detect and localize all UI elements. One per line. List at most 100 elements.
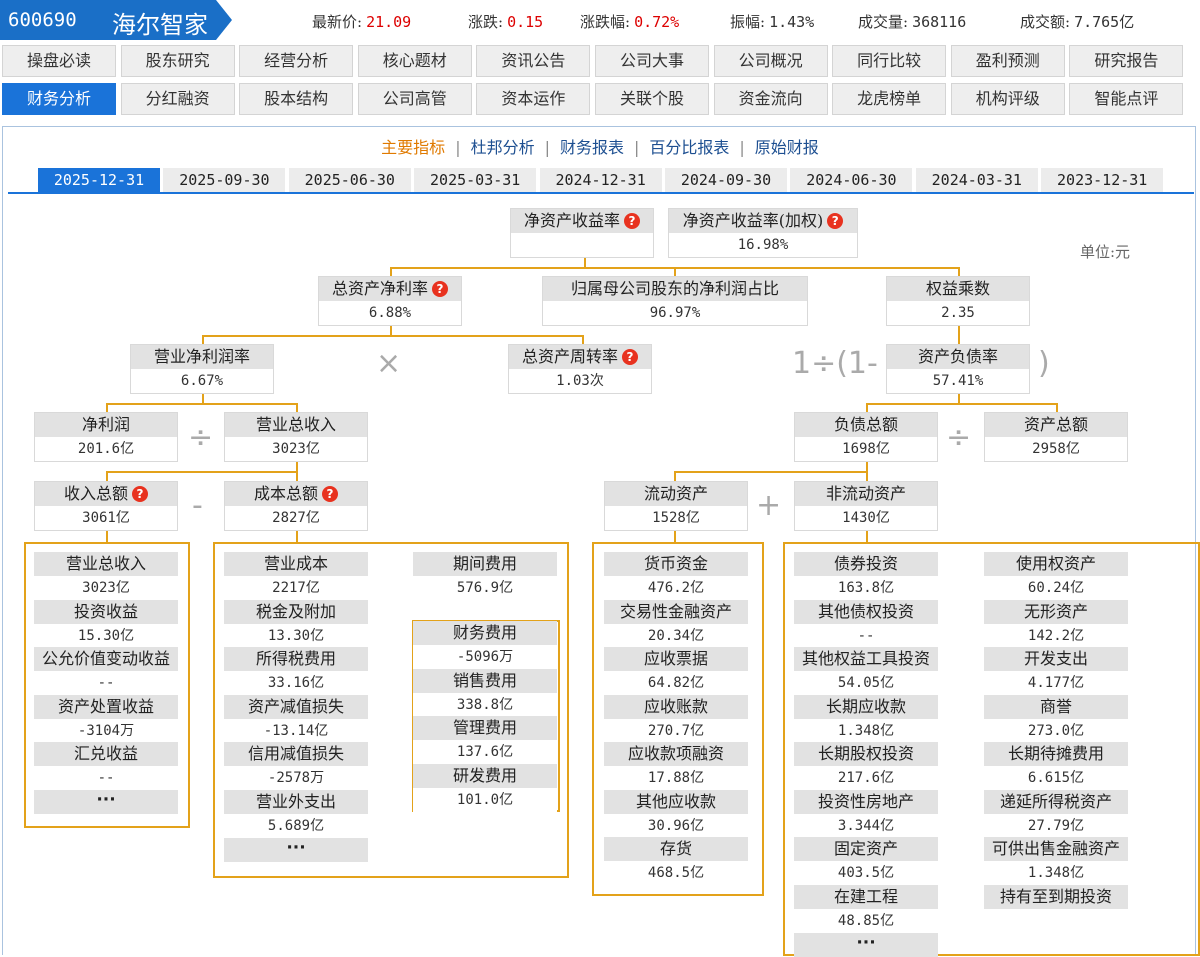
noncurrent-asset-item[interactable]: 可供出售金融资产 1.348亿 [984, 837, 1128, 885]
noncurrent-asset-item[interactable]: 商誉 273.0亿 [984, 694, 1128, 743]
current-asset-item[interactable]: 交易性金融资产 20.34亿 [604, 599, 748, 648]
subnav-link-1[interactable]: 杜邦分析 [471, 138, 535, 157]
current-asset-item[interactable]: 应收票据 64.82亿 [604, 647, 748, 695]
period-expense-total[interactable]: 期间费用 576.9亿 [413, 552, 557, 600]
cost-item[interactable]: 资产减值损失 -13.14亿 [224, 694, 368, 743]
cost-item[interactable]: 信用减值损失 -2578万 [224, 742, 368, 790]
subnav-link-2[interactable]: 财务报表 [560, 138, 624, 157]
node-roa[interactable]: 总资产净利率? 6.88% [318, 276, 462, 326]
noncurrent-asset-item[interactable]: 其他权益工具投资 54.05亿 [794, 647, 938, 695]
nav-tab-nav_row1-4[interactable]: 资讯公告 [476, 45, 591, 77]
current-asset-item[interactable]: 存货 468.5亿 [604, 837, 748, 885]
nav-tab-nav_row1-2[interactable]: 经营分析 [239, 45, 354, 77]
nav-tab-nav_row1-6[interactable]: 公司概况 [713, 45, 828, 77]
nav-tab-nav_row1-8[interactable]: 盈利预测 [950, 45, 1065, 77]
noncurrent-asset-item[interactable]: 长期待摊费用 6.615亿 [984, 742, 1128, 790]
cost-item[interactable]: 税金及附加 13.30亿 [224, 599, 368, 648]
node-noncurrent-assets[interactable]: 非流动资产 1430亿 [794, 481, 938, 531]
noncurrent-asset-item[interactable]: 长期应收款 1.348亿 [794, 694, 938, 743]
current-asset-item[interactable]: 应收款项融资 17.88亿 [604, 742, 748, 790]
period-item[interactable]: 管理费用 137.6亿 [413, 716, 557, 764]
noncurrent-more[interactable]: ··· [794, 933, 938, 957]
date-tab-2[interactable]: 2025-06-30 [288, 168, 411, 193]
node-total-cost[interactable]: 成本总额? 2827亿 [224, 481, 368, 531]
node-net-profit[interactable]: 净利润 201.6亿 [34, 412, 178, 462]
nav-tab-nav_row1-0[interactable]: 操盘必读 [2, 45, 116, 77]
node-total-assets[interactable]: 资产总额 2958亿 [984, 412, 1128, 462]
help-icon[interactable]: ? [132, 486, 148, 502]
noncurrent-asset-item[interactable]: 债券投资 163.8亿 [794, 552, 938, 600]
period-item[interactable]: 财务费用 -5096万 [413, 621, 557, 669]
nav-tab-nav_row2-1[interactable]: 分红融资 [120, 83, 235, 115]
nav-tab-nav_row2-3[interactable]: 公司高管 [357, 83, 472, 115]
nav-tab-nav_row2-6[interactable]: 资金流向 [713, 83, 828, 115]
current-asset-item[interactable]: 其他应收款 30.96亿 [604, 789, 748, 838]
cost-item[interactable]: 营业成本 2217亿 [224, 552, 368, 600]
date-tab-1[interactable]: 2025-09-30 [163, 168, 286, 193]
nav-tab-nav_row2-2[interactable]: 股本结构 [239, 83, 354, 115]
nav-tab-nav_row1-7[interactable]: 同行比较 [832, 45, 947, 77]
help-icon[interactable]: ? [624, 213, 640, 229]
node-debt-ratio[interactable]: 资产负债率 57.41% [886, 344, 1030, 394]
help-icon[interactable]: ? [622, 349, 638, 365]
node-revenue[interactable]: 营业总收入 3023亿 [224, 412, 368, 462]
noncurrent-asset-item[interactable]: 投资性房地产 3.344亿 [794, 789, 938, 838]
current-asset-item[interactable]: 应收账款 270.7亿 [604, 694, 748, 743]
nav-tab-nav_row2-0[interactable]: 财务分析 [2, 83, 116, 115]
period-item[interactable]: 销售费用 338.8亿 [413, 668, 557, 717]
nav-tab-nav_row2-4[interactable]: 资本运作 [476, 83, 591, 115]
date-tab-5[interactable]: 2024-09-30 [665, 168, 787, 193]
noncurrent-asset-item[interactable]: 使用权资产 60.24亿 [984, 552, 1128, 600]
noncurrent-asset-item[interactable]: 其他债权投资 -- [794, 599, 938, 648]
node-asset-turnover[interactable]: 总资产周转率? 1.03次 [508, 344, 652, 394]
income-item[interactable]: 资产处置收益 -3104万 [34, 694, 178, 743]
cost-item[interactable]: 营业外支出 5.689亿 [224, 789, 368, 838]
node-current-assets[interactable]: 流动资产 1528亿 [604, 481, 748, 531]
cost-item[interactable]: 所得税费用 33.16亿 [224, 647, 368, 695]
noncurrent-asset-item[interactable]: 长期股权投资 217.6亿 [794, 742, 938, 790]
income-more[interactable]: ··· [34, 790, 178, 814]
node-parent-share[interactable]: 归属母公司股东的净利润占比 96.97% [542, 276, 808, 326]
help-icon[interactable]: ? [827, 213, 844, 229]
nav-tab-nav_row1-1[interactable]: 股东研究 [120, 45, 235, 77]
nav-tab-nav_row2-5[interactable]: 关联个股 [595, 83, 709, 115]
noncurrent-asset-item[interactable]: 递延所得税资产 27.79亿 [984, 789, 1128, 838]
nav-tab-nav_row1-3[interactable]: 核心题材 [357, 45, 472, 77]
help-icon[interactable]: ? [432, 281, 448, 297]
nav-tab-nav_row2-8[interactable]: 机构评级 [950, 83, 1065, 115]
noncurrent-asset-item[interactable]: 固定资产 403.5亿 [794, 837, 938, 885]
node-roe[interactable]: 净资产收益率? [510, 208, 654, 258]
nav-tab-nav_row2-7[interactable]: 龙虎榜单 [832, 83, 947, 115]
node-equity-mult[interactable]: 权益乘数 2.35 [886, 276, 1030, 326]
nav-tab-nav_row2-9[interactable]: 智能点评 [1069, 83, 1184, 115]
date-tab-4[interactable]: 2024-12-31 [539, 168, 662, 193]
period-item[interactable]: 研发费用 101.0亿 [413, 763, 557, 812]
help-icon[interactable]: ? [322, 486, 338, 502]
cost-more[interactable]: ··· [224, 838, 368, 862]
income-item[interactable]: 汇兑收益 -- [34, 742, 178, 790]
subnav-link-4[interactable]: 原始财报 [755, 138, 819, 157]
nav-tab-nav_row1-5[interactable]: 公司大事 [595, 45, 709, 77]
item-label: 营业总收入 [34, 552, 178, 576]
income-item[interactable]: 营业总收入 3023亿 [34, 552, 178, 600]
noncurrent-asset-item[interactable]: 开发支出 4.177亿 [984, 647, 1128, 695]
quote-label: 涨跌幅: [580, 13, 631, 31]
node-roe-weighted[interactable]: 净资产收益率(加权)? 16.98% [668, 208, 858, 258]
subnav-link-3[interactable]: 百分比报表 [649, 138, 729, 157]
date-tab-3[interactable]: 2025-03-31 [414, 168, 537, 193]
subnav-link-0[interactable]: 主要指标 [381, 138, 445, 157]
current-asset-item[interactable]: 货币资金 476.2亿 [604, 552, 748, 600]
nav-tab-nav_row1-9[interactable]: 研究报告 [1069, 45, 1184, 77]
income-item[interactable]: 投资收益 15.30亿 [34, 599, 178, 648]
date-tab-7[interactable]: 2024-03-31 [915, 168, 1038, 193]
node-total-liab[interactable]: 负债总额 1698亿 [794, 412, 938, 462]
income-item[interactable]: 公允价值变动收益 -- [34, 647, 178, 695]
date-tab-0[interactable]: 2025-12-31 [38, 168, 160, 193]
node-total-income[interactable]: 收入总额? 3061亿 [34, 481, 178, 531]
noncurrent-asset-item[interactable]: 在建工程 48.85亿 [794, 884, 938, 933]
node-net-margin[interactable]: 营业净利润率 6.67% [130, 344, 274, 394]
date-tab-8[interactable]: 2023-12-31 [1041, 168, 1164, 193]
date-tab-6[interactable]: 2024-06-30 [790, 168, 913, 193]
noncurrent-asset-item[interactable]: 无形资产 142.2亿 [984, 599, 1128, 648]
noncurrent-asset-item[interactable]: 持有至到期投资 [984, 884, 1128, 933]
